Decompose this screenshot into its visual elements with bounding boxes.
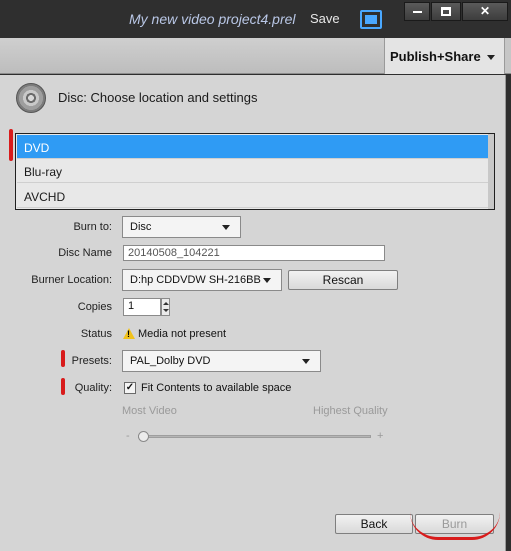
rescan-button[interactable]: Rescan: [288, 270, 398, 290]
burner-location-value: D:hp CDDVDW SH-216BB: [130, 274, 261, 286]
burn-to-dropdown[interactable]: Disc: [122, 216, 241, 238]
publish-share-tab[interactable]: Publish+Share: [384, 38, 505, 74]
presets-value: PAL_Dolby DVD: [130, 355, 211, 367]
quality-slider-track[interactable]: [138, 435, 371, 438]
panel-title: Disc: Choose location and settings: [58, 90, 258, 105]
annotation-underline-burn: [410, 512, 500, 540]
burner-location-label: Burner Location:: [31, 274, 112, 286]
minimize-icon: [412, 10, 422, 13]
annotation-mark-quality: [61, 378, 65, 395]
chevron-down-icon: [222, 225, 230, 230]
quality-slider-thumb[interactable]: [138, 431, 149, 442]
stepper-down-icon[interactable]: [163, 309, 169, 312]
quality-label: Quality:: [74, 382, 112, 394]
fit-contents-checkbox[interactable]: ✓: [124, 382, 136, 394]
list-scrollbar[interactable]: [488, 134, 494, 209]
close-icon: ✕: [479, 4, 491, 18]
burner-location-dropdown[interactable]: D:hp CDDVDW SH-216BB: [122, 269, 282, 291]
chevron-down-icon: [486, 55, 495, 61]
slider-min-label: Most Video: [122, 405, 177, 417]
disc-icon: [16, 83, 46, 113]
project-title: My new video project4.prel: [129, 11, 296, 27]
maximize-icon: [441, 7, 451, 17]
title-bar: My new video project4.prel Save ✕: [0, 0, 511, 38]
slider-plus: +: [377, 430, 384, 442]
presets-label: Presets:: [71, 355, 112, 367]
burn-to-value: Disc: [130, 221, 152, 233]
save-button[interactable]: Save: [310, 11, 340, 26]
publish-share-label: Publish+Share: [390, 49, 481, 64]
copies-label: Copies: [77, 301, 112, 313]
list-item-dvd[interactable]: DVD: [17, 135, 489, 159]
tab-bar-background: [0, 38, 385, 73]
back-button[interactable]: Back: [335, 514, 413, 534]
status-label: Status: [80, 328, 112, 340]
slider-max-label: Highest Quality: [313, 405, 388, 417]
disc-type-list[interactable]: DVD Blu-ray AVCHD: [15, 133, 495, 210]
disc-settings-panel: Disc: Choose location and settings DVD B…: [0, 75, 506, 551]
stepper-up-icon[interactable]: [163, 302, 169, 305]
fit-contents-label: Fit Contents to available space: [141, 382, 292, 394]
copies-input[interactable]: 1: [123, 298, 161, 316]
burn-to-label: Burn to:: [73, 221, 112, 233]
warning-icon: [123, 328, 135, 339]
close-button[interactable]: ✕: [462, 2, 508, 21]
disc-name-input[interactable]: 20140508_104221: [123, 245, 385, 261]
annotation-mark-presets: [61, 350, 65, 367]
list-item-bluray[interactable]: Blu-ray: [17, 159, 489, 183]
slider-minus: -: [126, 430, 130, 442]
chevron-down-icon: [263, 278, 271, 283]
disc-name-label: Disc Name: [58, 247, 112, 259]
status-value: Media not present: [138, 328, 227, 340]
annotation-mark-dvd: [9, 129, 13, 161]
chevron-down-icon: [302, 359, 310, 364]
copies-stepper[interactable]: [161, 298, 170, 316]
minimize-button[interactable]: [404, 2, 430, 21]
maximize-button[interactable]: [431, 2, 461, 21]
list-item-avchd[interactable]: AVCHD: [17, 184, 489, 208]
fullscreen-icon[interactable]: [360, 10, 382, 29]
tab-bar: Publish+Share: [0, 38, 511, 74]
presets-dropdown[interactable]: PAL_Dolby DVD: [122, 350, 321, 372]
